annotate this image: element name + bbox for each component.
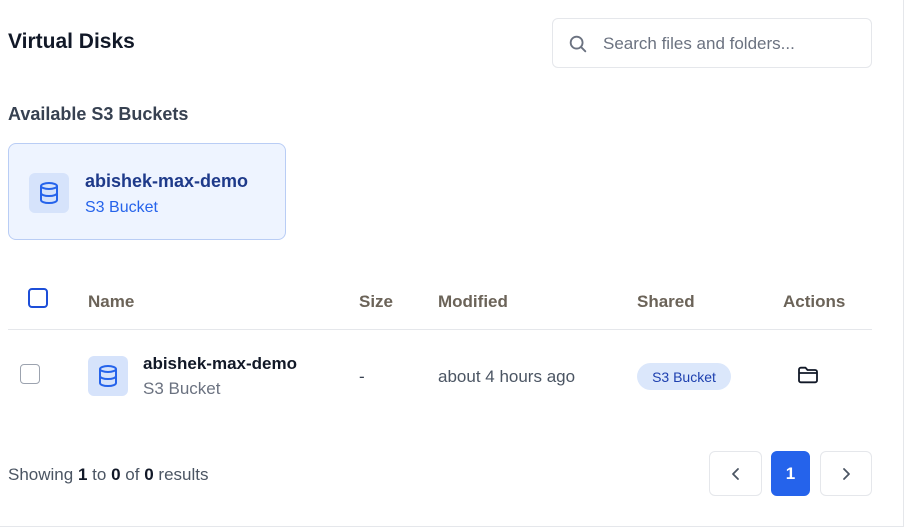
to-label: to bbox=[92, 465, 107, 484]
folder-icon[interactable] bbox=[796, 364, 820, 386]
search-input[interactable] bbox=[603, 31, 863, 57]
row-checkbox[interactable] bbox=[20, 364, 40, 384]
page-button-current[interactable]: 1 bbox=[771, 451, 810, 496]
results-summary: Showing 1 to 0 of 0 results bbox=[8, 465, 208, 485]
row-size: - bbox=[359, 367, 365, 386]
results-total: 0 bbox=[144, 465, 154, 484]
of-label: of bbox=[125, 465, 140, 484]
row-type: S3 Bucket bbox=[143, 379, 221, 398]
search-icon bbox=[569, 35, 587, 53]
column-header-actions: Actions bbox=[783, 292, 846, 311]
next-page-button[interactable] bbox=[820, 451, 872, 496]
database-icon bbox=[88, 356, 128, 396]
bucket-card[interactable]: abishek-max-demo S3 Bucket bbox=[8, 143, 286, 240]
chevron-right-icon bbox=[843, 467, 850, 480]
row-name[interactable]: abishek-max-demo bbox=[143, 354, 297, 374]
shared-badge: S3 Bucket bbox=[637, 363, 731, 390]
column-header-size[interactable]: Size bbox=[359, 292, 393, 312]
chevron-left-icon bbox=[731, 467, 739, 480]
search-box[interactable] bbox=[552, 18, 872, 68]
page-title: Virtual Disks bbox=[8, 30, 135, 53]
showing-label: Showing bbox=[8, 465, 74, 484]
row-modified: about 4 hours ago bbox=[438, 367, 576, 386]
results-from: 1 bbox=[77, 465, 88, 484]
results-to: 0 bbox=[111, 465, 121, 484]
bucket-card-name: abishek-max-demo bbox=[85, 171, 249, 191]
table-header-row: Name Size Modified Shared Actions bbox=[8, 282, 872, 330]
column-header-shared: Shared bbox=[637, 292, 695, 311]
virtual-disks-page: Virtual Disks Available S3 Buckets abish… bbox=[0, 0, 912, 527]
database-icon bbox=[29, 173, 69, 213]
buckets-section-title: Available S3 Buckets bbox=[8, 104, 189, 124]
column-header-modified[interactable]: Modified bbox=[438, 292, 508, 312]
select-all-checkbox[interactable] bbox=[28, 288, 48, 308]
previous-page-button[interactable] bbox=[709, 451, 762, 496]
column-header-name[interactable]: Name bbox=[88, 292, 134, 312]
results-label: results bbox=[158, 465, 209, 484]
bucket-card-type: S3 Bucket bbox=[85, 199, 158, 216]
